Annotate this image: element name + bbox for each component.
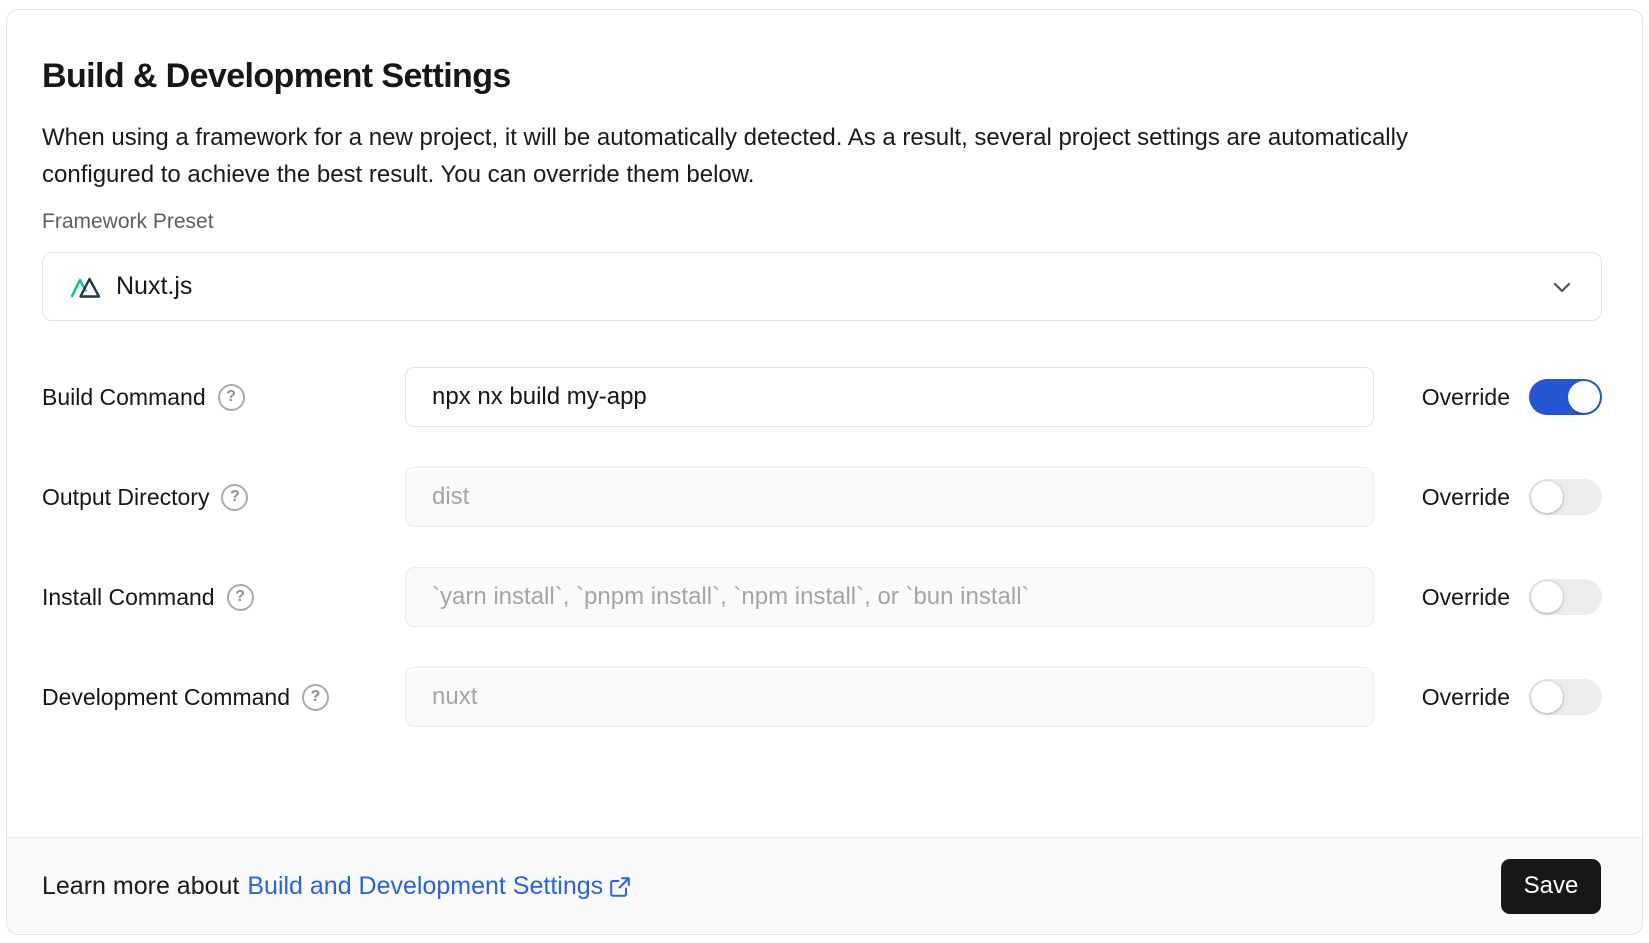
framework-preset-label: Framework Preset — [42, 210, 1602, 234]
build-command-override-toggle[interactable] — [1529, 379, 1602, 415]
nuxt-logo-icon — [69, 272, 105, 302]
save-button[interactable]: Save — [1501, 859, 1601, 914]
override-label: Override — [1422, 384, 1510, 411]
override-label: Override — [1422, 684, 1510, 711]
learn-more-text: Learn more about Build and Development S… — [42, 872, 632, 901]
section-description: When using a framework for a new project… — [42, 119, 1447, 193]
development-command-label: Development Command — [42, 684, 290, 711]
toggle-knob — [1531, 681, 1563, 713]
chevron-down-icon — [1547, 272, 1577, 302]
external-link-icon — [608, 875, 632, 899]
card-footer: Learn more about Build and Development S… — [7, 837, 1642, 934]
build-command-input[interactable] — [405, 367, 1374, 427]
card-main: Build & Development Settings When using … — [7, 10, 1642, 837]
install-command-row: Install Command ? Override — [42, 567, 1602, 627]
install-command-input — [405, 567, 1374, 627]
page-title: Build & Development Settings — [42, 57, 1602, 96]
toggle-knob — [1531, 581, 1563, 613]
development-command-input — [405, 667, 1374, 727]
install-command-label: Install Command — [42, 584, 215, 611]
output-directory-label: Output Directory — [42, 484, 209, 511]
question-circle-icon[interactable]: ? — [302, 684, 329, 711]
build-settings-card: Build & Development Settings When using … — [6, 9, 1643, 935]
development-command-override-toggle[interactable] — [1529, 679, 1602, 715]
output-directory-override-toggle[interactable] — [1529, 479, 1602, 515]
question-circle-icon[interactable]: ? — [221, 484, 248, 511]
settings-rows: Build Command ? Override Output Director… — [42, 367, 1602, 727]
framework-preset-value: Nuxt.js — [116, 272, 1547, 301]
toggle-knob — [1531, 481, 1563, 513]
development-command-row: Development Command ? Override — [42, 667, 1602, 727]
build-command-label: Build Command — [42, 384, 206, 411]
framework-preset-select[interactable]: Nuxt.js — [42, 252, 1602, 321]
override-label: Override — [1422, 484, 1510, 511]
question-circle-icon[interactable]: ? — [227, 584, 254, 611]
learn-more-prefix: Learn more about — [42, 872, 239, 901]
question-circle-icon[interactable]: ? — [218, 384, 245, 411]
install-command-override-toggle[interactable] — [1529, 579, 1602, 615]
output-directory-row: Output Directory ? Override — [42, 467, 1602, 527]
override-label: Override — [1422, 584, 1510, 611]
learn-more-link[interactable]: Build and Development Settings — [247, 872, 632, 901]
output-directory-input — [405, 467, 1374, 527]
build-command-row: Build Command ? Override — [42, 367, 1602, 427]
toggle-knob — [1568, 381, 1600, 413]
